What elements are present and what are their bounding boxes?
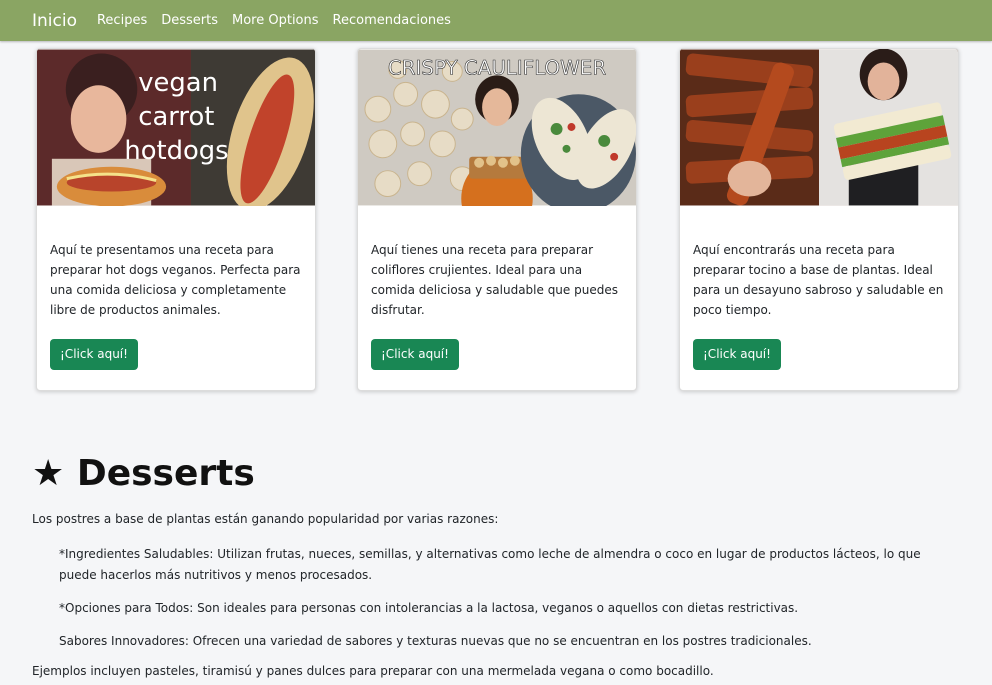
desserts-heading: ★ Desserts: [32, 448, 255, 500]
list-item: *Ingredientes Saludables: Utilizan fruta…: [59, 547, 921, 582]
card-description: Aquí te presentamos una receta para prep…: [50, 243, 301, 317]
desserts-examples: Ejemplos incluyen pasteles, tiramisú y p…: [32, 664, 714, 678]
nav-brand-inicio[interactable]: Inicio: [32, 11, 77, 31]
desserts-intro: Los postres a base de plantas están gana…: [32, 512, 499, 526]
click-aqui-button[interactable]: ¡Click aquí!: [371, 339, 459, 370]
navbar: Inicio Recipes Desserts More Options Rec…: [0, 0, 992, 41]
recipe-card-cauliflower: CRISPY CAULIFLOWER Aquí tienes una recet…: [357, 48, 637, 391]
click-aqui-button[interactable]: ¡Click aquí!: [693, 339, 781, 370]
image-caption-line: hotdogs: [124, 136, 228, 166]
desserts-reasons-list: *Ingredientes Saludables: Utilizan fruta…: [59, 544, 959, 664]
image-caption-line: carrot: [138, 102, 214, 132]
click-aqui-button[interactable]: ¡Click aquí!: [50, 339, 138, 370]
star-icon: ★: [32, 453, 65, 494]
nav-link-more-options[interactable]: More Options: [232, 13, 319, 28]
nav-link-recomendaciones[interactable]: Recomendaciones: [333, 13, 451, 28]
nav-link-desserts[interactable]: Desserts: [161, 13, 218, 28]
crispy-cauliflower-image: CRISPY CAULIFLOWER: [358, 49, 636, 206]
card-description: Aquí encontrarás una receta para prepara…: [693, 243, 944, 317]
vegan-carrot-hotdogs-image: vegan carrot hotdogs: [37, 49, 315, 206]
recipe-card-hotdogs: vegan carrot hotdogs Aquí te presentamos…: [36, 48, 316, 391]
nav-link-recipes[interactable]: Recipes: [97, 13, 147, 28]
list-item: *Opciones para Todos: Son ideales para p…: [59, 601, 799, 615]
recipe-card-bacon: Aquí encontrarás una receta para prepara…: [679, 48, 959, 391]
image-caption-line: vegan: [138, 68, 218, 98]
list-item: Sabores Innovadores: Ofrecen una varieda…: [59, 634, 812, 648]
plant-based-bacon-image: [680, 49, 958, 206]
desserts-title: Desserts: [76, 453, 255, 494]
image-caption-line: CRISPY CAULIFLOWER: [388, 56, 606, 79]
card-description: Aquí tienes una receta para preparar col…: [371, 243, 618, 317]
